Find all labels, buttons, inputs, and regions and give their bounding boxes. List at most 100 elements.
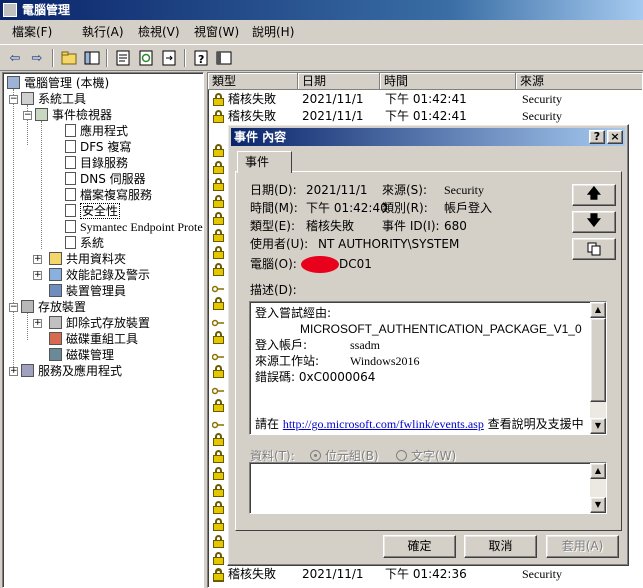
tree-system-tools[interactable]: 系統工具	[21, 91, 86, 107]
tree-root[interactable]: 電腦管理 (本機)	[7, 75, 109, 91]
apply-button[interactable]: 套用(A)	[546, 535, 619, 558]
scroll-up-icon[interactable]: ▲	[590, 302, 606, 318]
ok-button[interactable]: 確定	[383, 535, 456, 558]
menu-help[interactable]: 說明(H)	[250, 24, 296, 41]
tree-log-symantec[interactable]: Symantec Endpoint Prote	[65, 219, 203, 235]
menu-action[interactable]: 執行(A)	[80, 24, 126, 41]
help-icon[interactable]: ?	[191, 48, 211, 68]
disk-icon	[49, 348, 62, 361]
user-label: 使用者(U):	[250, 237, 309, 251]
tree-log-application[interactable]: 應用程式	[65, 123, 128, 139]
tree-device-manager[interactable]: 裝置管理員	[49, 283, 126, 299]
tab-event[interactable]: 事件	[237, 151, 292, 173]
key-icon	[211, 282, 224, 293]
table-row[interactable]: 稽核失敗 2021/11/1 下午 01:42:41 Security	[208, 91, 642, 108]
tree-log-directory[interactable]: 目錄服務	[65, 155, 128, 171]
column-header-date[interactable]: 日期	[298, 73, 380, 90]
toolbar: ⇦ ⇨ ?	[0, 44, 643, 71]
data-scrollbar[interactable]: ▲ ▼	[590, 463, 606, 513]
tree-log-security[interactable]: 安全性	[65, 203, 121, 219]
up-folder-icon[interactable]	[59, 48, 79, 68]
lock-icon	[213, 161, 224, 174]
lock-icon	[213, 568, 224, 581]
scroll-thumb[interactable]	[590, 318, 606, 402]
copy-button[interactable]	[572, 238, 616, 260]
description-textarea[interactable]: 登入嘗試經由: MICROSOFT_AUTHENTICATION_PACKAGE…	[249, 301, 607, 435]
tree-removable[interactable]: 卸除式存放裝置	[49, 315, 150, 331]
performance-icon	[49, 268, 62, 281]
collapse-icon[interactable]: −	[23, 111, 32, 120]
cancel-button[interactable]: 取消	[464, 535, 537, 558]
collapse-icon[interactable]: −	[9, 303, 18, 312]
source-label: 來源(S):	[382, 183, 428, 197]
radio-selected-icon	[310, 450, 321, 461]
computer-icon	[7, 76, 20, 89]
back-arrow-icon[interactable]: ⇦	[5, 48, 25, 68]
tree-log-dns[interactable]: DNS 伺服器	[65, 171, 146, 187]
time-label: 時間(M):	[250, 201, 298, 215]
scroll-up-icon[interactable]: ▲	[590, 463, 606, 479]
column-header-type[interactable]: 類型	[208, 73, 298, 90]
services-icon	[21, 364, 34, 377]
menu-file[interactable]: 檔案(F)	[10, 24, 54, 41]
scroll-down-icon[interactable]: ▼	[590, 418, 606, 434]
log-icon	[65, 204, 76, 217]
lock-icon	[213, 93, 224, 106]
tree-log-frs[interactable]: 檔案複寫服務	[65, 187, 152, 203]
user-value: NT AUTHORITY\SYSTEM	[318, 237, 460, 251]
expand-icon[interactable]: +	[33, 319, 42, 328]
eventid-value: 680	[444, 219, 467, 233]
forward-arrow-icon[interactable]: ⇨	[27, 48, 47, 68]
lock-icon	[213, 110, 224, 123]
tree-disk-mgmt[interactable]: 磁碟管理	[49, 347, 114, 363]
previous-event-button[interactable]: 🡅	[572, 184, 616, 206]
help-button[interactable]: ?	[589, 130, 605, 144]
computer-management-icon	[3, 3, 17, 17]
show-hide-tree-icon[interactable]	[82, 48, 102, 68]
close-button[interactable]: ×	[607, 130, 623, 144]
next-event-button[interactable]: 🡇	[572, 211, 616, 233]
collapse-icon[interactable]: −	[9, 95, 18, 104]
event-viewer-icon	[35, 108, 48, 121]
data-textarea[interactable]: ▲ ▼	[249, 462, 607, 514]
lock-icon	[213, 518, 224, 531]
export-list-icon[interactable]	[159, 48, 179, 68]
tree-perf-logs[interactable]: 效能記錄及警示	[49, 267, 150, 283]
lock-icon	[213, 365, 224, 378]
tree-services-apps[interactable]: 服務及應用程式	[21, 363, 122, 379]
description-bar-icon[interactable]	[214, 48, 234, 68]
tree-event-viewer[interactable]: 事件檢視器	[35, 107, 112, 123]
tree-defrag[interactable]: 磁碟重組工具	[49, 331, 138, 347]
date-value: 2021/11/1	[306, 183, 368, 197]
menu-window[interactable]: 視窗(W)	[192, 24, 241, 41]
help-link[interactable]: http://go.microsoft.com/fwlink/events.as…	[283, 417, 484, 431]
scroll-down-icon[interactable]: ▼	[590, 497, 606, 513]
lock-icon	[213, 229, 224, 242]
properties-icon[interactable]	[113, 48, 133, 68]
tree-shared-folders[interactable]: 共用資料夾	[49, 251, 126, 267]
svg-text:?: ?	[198, 53, 204, 66]
expand-icon[interactable]: +	[9, 367, 18, 376]
source-value: Security	[444, 183, 484, 197]
refresh-icon[interactable]	[136, 48, 156, 68]
column-header-time[interactable]: 時間	[380, 73, 516, 90]
computer-label: 電腦(O):	[250, 257, 297, 271]
tree-storage[interactable]: 存放裝置	[21, 299, 86, 315]
computer-value: DC01	[339, 257, 372, 271]
description-scrollbar[interactable]: ▲ ▼	[590, 302, 606, 434]
lock-icon	[213, 450, 224, 463]
column-header-source[interactable]: 來源	[516, 73, 642, 90]
eventid-label: 事件 ID(I):	[382, 219, 440, 233]
expand-icon[interactable]: +	[33, 255, 42, 264]
lock-icon	[213, 552, 224, 565]
expand-icon[interactable]: +	[33, 271, 42, 280]
table-row[interactable]: 稽核失敗 2021/11/1 下午 01:42:36 Security	[208, 566, 642, 583]
tree-log-dfs[interactable]: DFS 複寫	[65, 139, 131, 155]
menu-view[interactable]: 檢視(V)	[136, 24, 182, 41]
tree-log-system[interactable]: 系統	[65, 235, 104, 251]
radio-unselected-icon	[396, 450, 407, 461]
log-icon	[65, 236, 76, 249]
table-row[interactable]: 稽核失敗 2021/11/1 下午 01:42:41 Security	[208, 108, 642, 125]
lock-icon	[213, 433, 224, 446]
help-prefix: 請在	[255, 417, 280, 431]
